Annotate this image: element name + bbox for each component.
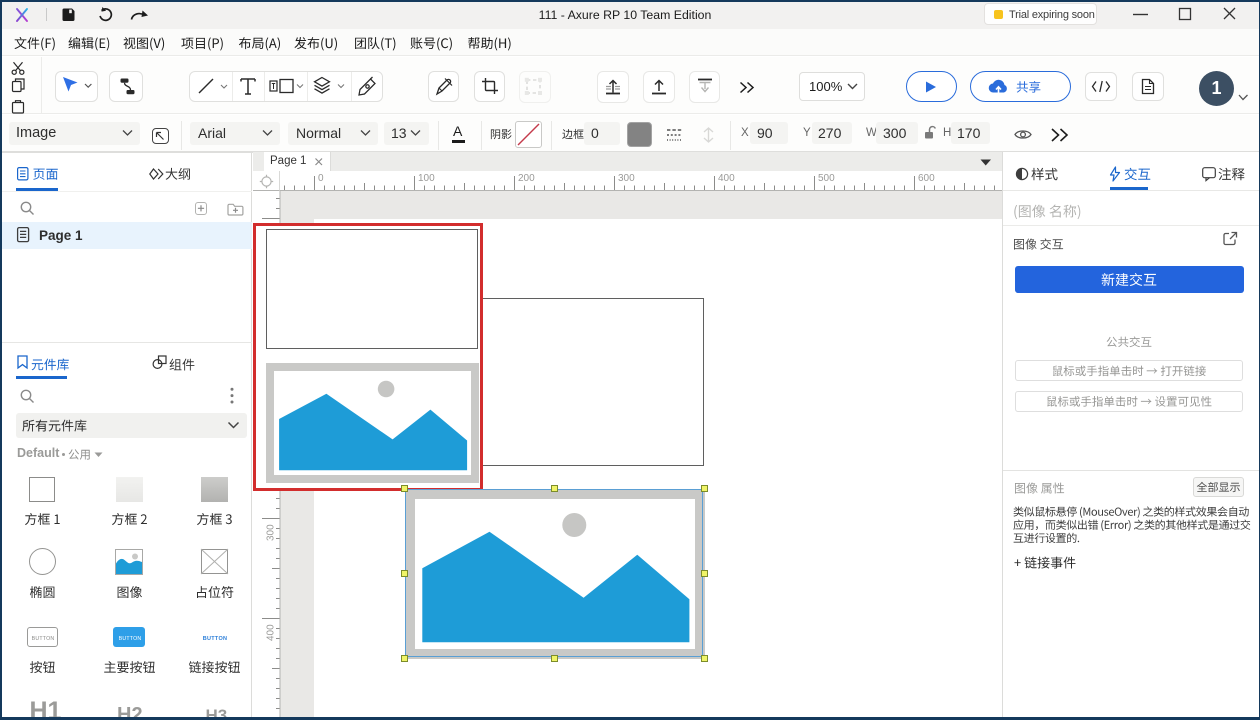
svg-text:100: 100	[418, 173, 435, 184]
svg-text:400: 400	[265, 624, 276, 641]
svg-text:300: 300	[265, 524, 276, 541]
svg-text:300: 300	[618, 173, 635, 184]
svg-text:200: 200	[518, 173, 535, 184]
svg-text:0: 0	[318, 173, 324, 184]
svg-text:600: 600	[918, 173, 935, 184]
svg-text:500: 500	[818, 173, 835, 184]
svg-text:400: 400	[718, 173, 735, 184]
